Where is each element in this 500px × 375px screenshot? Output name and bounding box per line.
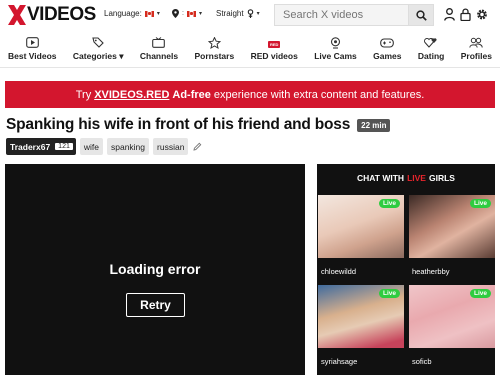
red-icon: RED [267, 40, 281, 48]
lock-icon[interactable] [460, 8, 471, 21]
search-input[interactable] [274, 4, 408, 26]
nav-red-videos[interactable]: RED RED videos [249, 36, 300, 67]
tag-spanking[interactable]: spanking [106, 138, 150, 155]
webcam-icon [330, 36, 341, 49]
nav-dating[interactable]: Dating [416, 36, 446, 67]
banner-suffix: experience with extra content and featur… [213, 88, 425, 101]
user-icon[interactable] [444, 8, 455, 21]
video-tags-row: Traderx67 121 wife spanking russian [6, 138, 202, 155]
account-icons [444, 8, 488, 21]
nav-label: RED videos [250, 51, 298, 61]
nav-label: Profiles [460, 51, 492, 61]
nav-label: Pornstars [194, 51, 235, 61]
uploader-name: Traderx67 [10, 141, 51, 152]
gamepad-icon [380, 36, 395, 49]
uploader-badge[interactable]: Traderx67 121 [6, 138, 76, 155]
chat-header-prefix: CHAT WITH [357, 173, 405, 183]
chat-header-live: LIVE [407, 173, 426, 183]
canada-flag-icon [144, 10, 154, 17]
main-nav: Best Videos Categories ▾ Channels Pornst… [0, 36, 500, 68]
tag-wife[interactable]: wife [79, 138, 103, 155]
chat-header: CHAT WITH LIVE GIRLS [317, 164, 495, 192]
language-selector[interactable]: Language: ▾ [104, 9, 160, 18]
orientation-label: Straight [216, 9, 244, 18]
nav-games[interactable]: Games [371, 36, 403, 67]
loading-error-text: Loading error [109, 261, 201, 277]
cam-username[interactable]: syriahsage [321, 357, 357, 366]
live-badge: Live [378, 289, 400, 298]
hearts-icon [424, 36, 438, 49]
location-pin-icon [172, 9, 179, 18]
chevron-down-icon: ▾ [156, 11, 160, 17]
live-badge: Live [469, 199, 491, 208]
play-icon [25, 36, 39, 49]
video-player[interactable]: Loading error Retry [5, 164, 305, 375]
uploader-count: 121 [55, 143, 73, 150]
nav-profiles[interactable]: Profiles [459, 36, 494, 67]
nav-pornstars[interactable]: Pornstars [193, 36, 237, 67]
chevron-down-icon: ▾ [256, 11, 260, 17]
cam-tile[interactable]: Live [409, 285, 495, 348]
nav-categories[interactable]: Categories ▾ [71, 36, 126, 67]
live-badge: Live [378, 199, 400, 208]
pencil-icon[interactable] [193, 142, 202, 151]
nav-label: Live Cams [314, 51, 357, 61]
gear-icon[interactable] [476, 8, 488, 21]
nav-live-cams[interactable]: Live Cams [312, 36, 359, 67]
nav-label: Best Videos [8, 51, 57, 61]
banner-bold: Ad-free [172, 88, 211, 101]
cam-tile[interactable]: Live [318, 285, 404, 348]
top-bar: VIDEOS Language: ▾ : ▾ Straight ▾ [0, 0, 500, 30]
tv-icon [152, 36, 166, 49]
female-symbol-icon [247, 9, 253, 18]
logo-x-icon [8, 5, 26, 25]
banner-prefix: Try [75, 88, 92, 101]
live-badge: Live [469, 289, 491, 298]
nav-label: Channels [139, 51, 179, 61]
duration-badge: 22 min [357, 118, 391, 132]
star-icon [207, 36, 221, 49]
search-bar [274, 4, 434, 26]
canada-flag-icon [186, 10, 196, 17]
orientation-selector[interactable]: Straight ▾ [216, 9, 260, 18]
red-promo-banner[interactable]: Try XVIDEOS.RED Ad-free experience with … [5, 81, 495, 108]
nav-channels[interactable]: Channels [138, 36, 180, 67]
nav-best-videos[interactable]: Best Videos [6, 36, 59, 67]
cam-tile[interactable]: Live [409, 195, 495, 258]
tags-icon [91, 36, 105, 49]
nav-label: Dating [417, 51, 445, 61]
site-logo[interactable]: VIDEOS [8, 4, 96, 26]
chat-header-suffix: GIRLS [428, 173, 455, 183]
banner-red-link[interactable]: XVIDEOS.RED [94, 89, 169, 101]
video-title-row: Spanking his wife in front of his friend… [6, 116, 391, 134]
chevron-down-icon: ▾ [198, 11, 202, 17]
tag-russian[interactable]: russian [153, 138, 189, 155]
cam-username[interactable]: heatherbby [412, 267, 450, 276]
video-title: Spanking his wife in front of his friend… [6, 116, 351, 133]
nav-label: Categories ▾ [72, 51, 124, 61]
search-icon [415, 9, 427, 21]
live-chat-panel: CHAT WITH LIVE GIRLS Live chloewildd Liv… [317, 164, 495, 375]
cam-username[interactable]: soficb [412, 357, 432, 366]
country-selector[interactable]: : ▾ [172, 9, 202, 18]
search-button[interactable] [408, 4, 434, 26]
cam-tile[interactable]: Live [318, 195, 404, 258]
profiles-icon [469, 36, 484, 49]
country-separator: : [182, 10, 184, 17]
retry-button[interactable]: Retry [126, 293, 185, 317]
cam-username[interactable]: chloewildd [321, 267, 356, 276]
nav-label: Games [373, 51, 402, 61]
language-label: Language: [104, 9, 142, 18]
logo-text: VIDEOS [27, 4, 96, 25]
